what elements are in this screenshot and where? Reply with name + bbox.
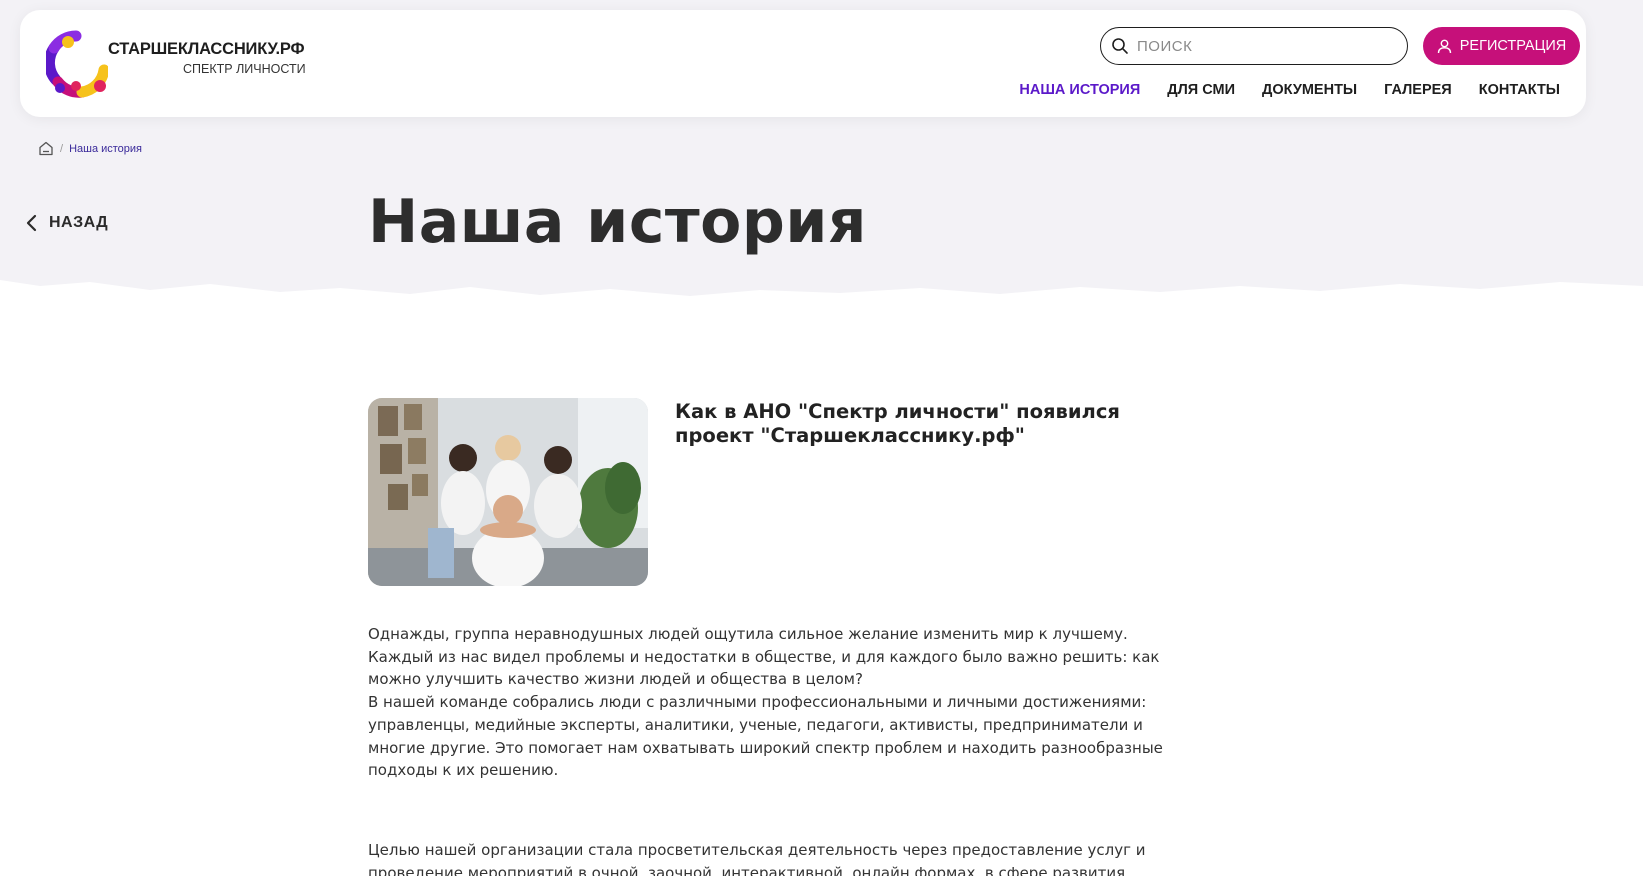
spectrum-ring-logo <box>46 30 108 98</box>
breadcrumb-current: Наша история <box>69 142 143 155</box>
search-icon <box>1112 38 1128 54</box>
site-logo[interactable]: СТАРШЕКЛАССНИКУ.РФ СПЕКТР ЛИЧНОСТИ <box>46 30 306 108</box>
article-body: Однажды, группа неравнодушных людей ощут… <box>368 623 1188 876</box>
chevron-left-icon <box>26 214 37 232</box>
article-heading: Как в АНО "Спектр личности" появился про… <box>675 400 1120 447</box>
article-paragraph: Однажды, группа неравнодушных людей ощут… <box>368 625 1160 689</box>
nav-item-documents[interactable]: ДОКУМЕНТЫ <box>1262 82 1357 98</box>
back-label: НАЗАД <box>49 214 109 231</box>
search-input[interactable] <box>1137 33 1397 59</box>
logo-subtitle: СПЕКТР ЛИЧНОСТИ <box>183 62 306 76</box>
user-icon <box>1437 39 1451 53</box>
nav-item-media[interactable]: ДЛЯ СМИ <box>1167 82 1235 98</box>
team-photo <box>368 398 648 586</box>
article-paragraph: Целью нашей организации стала просветите… <box>368 840 1146 876</box>
register-button[interactable]: РЕГИСТРАЦИЯ <box>1423 27 1580 65</box>
breadcrumb-separator: / <box>60 142 64 155</box>
site-header: СТАРШЕКЛАССНИКУ.РФ СПЕКТР ЛИЧНОСТИ РЕГИС… <box>20 10 1586 117</box>
nav-item-history[interactable]: НАША ИСТОРИЯ <box>1019 82 1140 98</box>
back-button[interactable]: НАЗАД <box>25 214 108 232</box>
page-title: Наша история <box>368 187 867 257</box>
torn-paper-edge <box>0 280 1643 320</box>
breadcrumb: / Наша история <box>38 141 142 156</box>
logo-title: СТАРШЕКЛАССНИКУ.РФ <box>108 40 305 58</box>
nav-item-contacts[interactable]: КОНТАКТЫ <box>1479 82 1560 98</box>
article-paragraph: В нашей команде собрались люди с различн… <box>368 693 1163 780</box>
search-box[interactable] <box>1100 27 1408 65</box>
nav-item-gallery[interactable]: ГАЛЕРЕЯ <box>1384 82 1452 98</box>
register-label: РЕГИСТРАЦИЯ <box>1459 38 1567 54</box>
home-icon[interactable] <box>38 141 54 156</box>
main-nav: НАША ИСТОРИЯ ДЛЯ СМИ ДОКУМЕНТЫ ГАЛЕРЕЯ К… <box>1019 82 1560 98</box>
